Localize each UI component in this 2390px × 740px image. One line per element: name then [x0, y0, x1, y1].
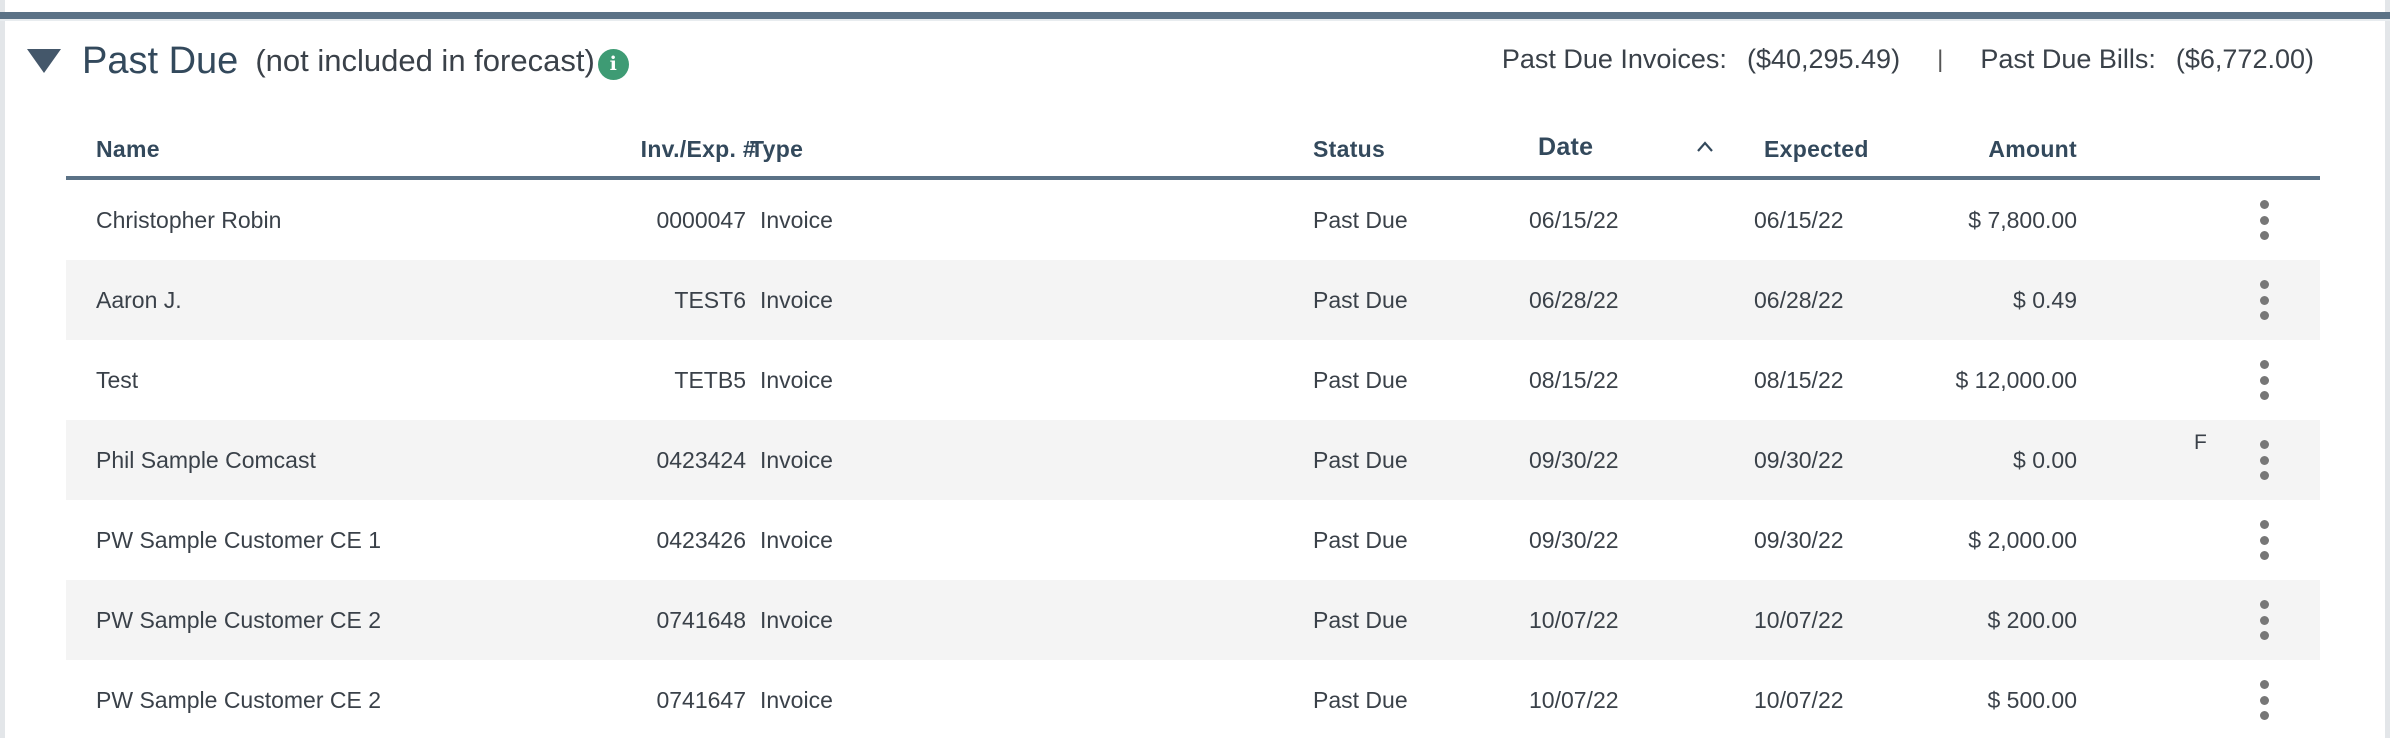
cell-expected: 10/07/22 [1754, 607, 1844, 633]
cell-status: Past Due [1313, 287, 1408, 313]
past-due-bills-label: Past Due Bills: [1980, 44, 2156, 74]
cell-type: Invoice [760, 447, 833, 473]
kebab-menu-icon[interactable] [2254, 520, 2274, 560]
table-row[interactable]: Phil Sample Comcast 0423424 Invoice Past Du… [66, 420, 2320, 500]
kebab-menu-icon[interactable] [2254, 280, 2274, 320]
table-row[interactable]: Aaron J. TEST6 Invoice Past Due 06/28/22 06/2… [66, 260, 2320, 340]
row-flag: F [2194, 431, 2207, 454]
cell-type: Invoice [760, 607, 833, 633]
column-header-type[interactable]: Type [750, 136, 803, 163]
cell-date: 06/28/22 [1529, 287, 1619, 313]
panel-accent-shadow [0, 19, 2390, 21]
cell-status: Past Due [1313, 367, 1408, 393]
table-row[interactable]: PW Sample Customer CE 2 0741647 Invoice Pas… [66, 660, 2320, 740]
cell-type: Invoice [760, 687, 833, 713]
table-body: Christopher Robin 0000047 Invoice Past Due 0… [66, 180, 2320, 740]
cell-amount: $ 0.00 [2013, 447, 2077, 473]
table-row[interactable]: PW Sample Customer CE 2 0741648 Invoice Pas… [66, 580, 2320, 660]
column-header-date[interactable]: Date [1538, 133, 1593, 162]
cell-type: Invoice [760, 367, 833, 393]
cell-date: 09/30/22 [1529, 527, 1619, 553]
table-row[interactable]: Test TETB5 Invoice Past Due 08/15/22 08/15/22… [66, 340, 2320, 420]
cell-status: Past Due [1313, 447, 1408, 473]
cell-expected: 06/28/22 [1754, 287, 1844, 313]
cell-status: Past Due [1313, 687, 1408, 713]
cell-amount: $ 7,800.00 [1968, 207, 2077, 233]
triangle-down-icon [27, 49, 61, 73]
collapse-toggle-button[interactable] [26, 46, 62, 76]
cell-name[interactable]: Phil Sample Comcast [96, 420, 316, 500]
cell-amount: $ 200.00 [1987, 607, 2077, 633]
cell-name[interactable]: PW Sample Customer CE 2 [96, 580, 381, 660]
chevron-up-icon[interactable] [1696, 138, 1714, 156]
cell-amount: $ 0.49 [2013, 287, 2077, 313]
table-header: Name Inv./Exp. # Type Status Date Expect… [66, 124, 2320, 180]
cell-date: 09/30/22 [1529, 447, 1619, 473]
table-row[interactable]: PW Sample Customer CE 1 0423426 Invoice Pas… [66, 500, 2320, 580]
panel-accent-bar [0, 12, 2390, 19]
cell-status: Past Due [1313, 527, 1408, 553]
column-header-status[interactable]: Status [1313, 136, 1385, 163]
section-subtitle: (not included in forecast) [255, 43, 595, 78]
cell-amount: $ 2,000.00 [1968, 527, 2077, 553]
column-header-expected[interactable]: Expected [1764, 136, 1869, 163]
cell-date: 08/15/22 [1529, 367, 1619, 393]
column-header-name[interactable]: Name [96, 136, 160, 163]
info-icon[interactable]: i [597, 48, 629, 80]
kebab-menu-icon[interactable] [2254, 200, 2274, 240]
past-due-invoices-label: Past Due Invoices: [1501, 44, 1727, 74]
cell-name[interactable]: Aaron J. [96, 260, 182, 340]
cell-name[interactable]: Test [96, 340, 138, 420]
section-header: Past Due (not included in forecast) i [26, 36, 629, 86]
cell-date: 10/07/22 [1529, 687, 1619, 713]
cell-expected: 09/30/22 [1754, 527, 1844, 553]
cell-name[interactable]: PW Sample Customer CE 1 [96, 500, 381, 580]
past-due-bills-value: ($6,772.00) [2175, 44, 2314, 74]
cell-inv-exp: 0423426 [656, 527, 746, 553]
cell-expected: 09/30/22 [1754, 447, 1844, 473]
kebab-menu-icon[interactable] [2254, 440, 2274, 480]
cell-type: Invoice [760, 527, 833, 553]
cell-inv-exp: 0741648 [656, 607, 746, 633]
kebab-menu-icon[interactable] [2254, 360, 2274, 400]
column-header-amount[interactable]: Amount [1966, 136, 2077, 163]
cell-status: Past Due [1313, 207, 1408, 233]
summary-separator: | [1937, 45, 1944, 73]
cell-amount: $ 12,000.00 [1955, 367, 2077, 393]
column-header-inv-exp[interactable]: Inv./Exp. # [566, 136, 756, 163]
past-due-invoices-value: ($40,295.49) [1746, 44, 1901, 74]
cell-date: 10/07/22 [1529, 607, 1619, 633]
cell-type: Invoice [760, 207, 833, 233]
cell-type: Invoice [760, 287, 833, 313]
past-due-table: Name Inv./Exp. # Type Status Date Expect… [66, 124, 2320, 740]
cell-amount: $ 500.00 [1987, 687, 2077, 713]
cell-expected: 08/15/22 [1754, 367, 1844, 393]
cell-inv-exp: TETB5 [674, 367, 746, 393]
past-due-summary: Past Due Invoices: ($40,295.49) | Past D… [1502, 44, 2314, 75]
cell-date: 06/15/22 [1529, 207, 1619, 233]
cell-expected: 06/15/22 [1754, 207, 1844, 233]
section-title: Past Due [82, 39, 239, 82]
cell-inv-exp: TEST6 [674, 287, 746, 313]
cell-expected: 10/07/22 [1754, 687, 1844, 713]
cell-name[interactable]: Christopher Robin [96, 180, 281, 260]
cell-inv-exp: 0423424 [656, 447, 746, 473]
kebab-menu-icon[interactable] [2254, 600, 2274, 640]
cell-name[interactable]: PW Sample Customer CE 2 [96, 660, 381, 740]
table-row[interactable]: Christopher Robin 0000047 Invoice Past Due 0… [66, 180, 2320, 260]
kebab-menu-icon[interactable] [2254, 680, 2274, 720]
cell-inv-exp: 0000047 [656, 207, 746, 233]
cell-inv-exp: 0741647 [656, 687, 746, 713]
cell-status: Past Due [1313, 607, 1408, 633]
